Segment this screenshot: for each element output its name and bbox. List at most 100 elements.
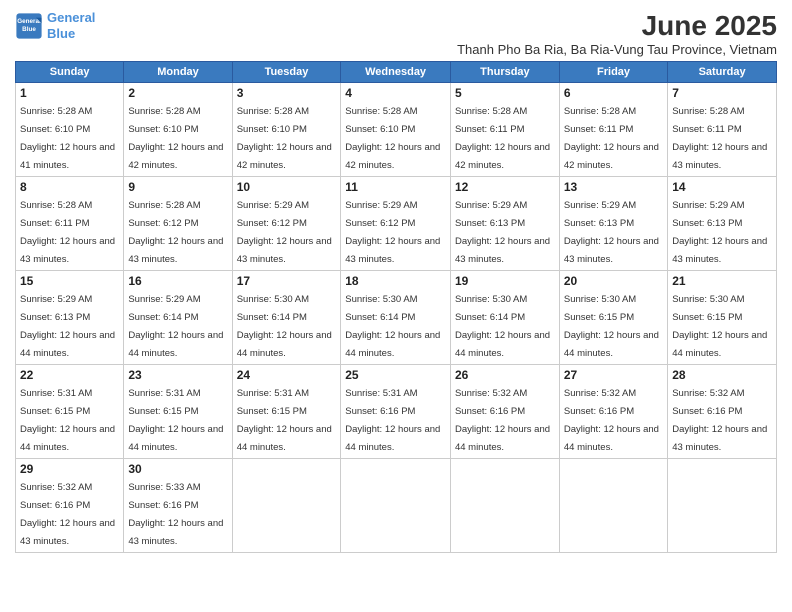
- table-row: 5 Sunrise: 5:28 AMSunset: 6:11 PMDayligh…: [450, 83, 559, 177]
- day-info: Sunrise: 5:29 AMSunset: 6:13 PMDaylight:…: [20, 294, 115, 359]
- day-number: 30: [128, 462, 227, 476]
- day-number: 23: [128, 368, 227, 382]
- day-info: Sunrise: 5:32 AMSunset: 6:16 PMDaylight:…: [20, 482, 115, 547]
- table-row: 21 Sunrise: 5:30 AMSunset: 6:15 PMDaylig…: [668, 271, 777, 365]
- day-number: 7: [672, 86, 772, 100]
- calendar-table: Sunday Monday Tuesday Wednesday Thursday…: [15, 61, 777, 553]
- day-number: 18: [345, 274, 446, 288]
- svg-text:General: General: [17, 18, 41, 25]
- table-row: 1 Sunrise: 5:28 AMSunset: 6:10 PMDayligh…: [16, 83, 124, 177]
- day-info: Sunrise: 5:28 AMSunset: 6:10 PMDaylight:…: [345, 106, 440, 171]
- table-row: 17 Sunrise: 5:30 AMSunset: 6:14 PMDaylig…: [232, 271, 341, 365]
- day-info: Sunrise: 5:30 AMSunset: 6:14 PMDaylight:…: [237, 294, 332, 359]
- day-info: Sunrise: 5:31 AMSunset: 6:16 PMDaylight:…: [345, 388, 440, 453]
- day-number: 8: [20, 180, 119, 194]
- day-number: 13: [564, 180, 663, 194]
- table-row: 14 Sunrise: 5:29 AMSunset: 6:13 PMDaylig…: [668, 177, 777, 271]
- table-row: 2 Sunrise: 5:28 AMSunset: 6:10 PMDayligh…: [124, 83, 232, 177]
- col-friday: Friday: [559, 62, 667, 83]
- table-row: 4 Sunrise: 5:28 AMSunset: 6:10 PMDayligh…: [341, 83, 451, 177]
- day-number: 21: [672, 274, 772, 288]
- day-info: Sunrise: 5:29 AMSunset: 6:12 PMDaylight:…: [345, 200, 440, 265]
- title-block: June 2025 Thanh Pho Ba Ria, Ba Ria-Vung …: [457, 10, 777, 57]
- day-info: Sunrise: 5:30 AMSunset: 6:15 PMDaylight:…: [672, 294, 767, 359]
- table-row: 28 Sunrise: 5:32 AMSunset: 6:16 PMDaylig…: [668, 365, 777, 459]
- day-number: 16: [128, 274, 227, 288]
- svg-text:Blue: Blue: [22, 25, 36, 32]
- table-row: 3 Sunrise: 5:28 AMSunset: 6:10 PMDayligh…: [232, 83, 341, 177]
- table-row: 30 Sunrise: 5:33 AMSunset: 6:16 PMDaylig…: [124, 459, 232, 553]
- col-monday: Monday: [124, 62, 232, 83]
- table-row: [668, 459, 777, 553]
- table-row: 7 Sunrise: 5:28 AMSunset: 6:11 PMDayligh…: [668, 83, 777, 177]
- day-info: Sunrise: 5:28 AMSunset: 6:10 PMDaylight:…: [128, 106, 223, 171]
- day-info: Sunrise: 5:29 AMSunset: 6:12 PMDaylight:…: [237, 200, 332, 265]
- table-row: [559, 459, 667, 553]
- day-number: 20: [564, 274, 663, 288]
- day-number: 24: [237, 368, 337, 382]
- day-info: Sunrise: 5:32 AMSunset: 6:16 PMDaylight:…: [564, 388, 659, 453]
- calendar-week-row: 29 Sunrise: 5:32 AMSunset: 6:16 PMDaylig…: [16, 459, 777, 553]
- day-number: 11: [345, 180, 446, 194]
- col-sunday: Sunday: [16, 62, 124, 83]
- day-info: Sunrise: 5:31 AMSunset: 6:15 PMDaylight:…: [128, 388, 223, 453]
- day-number: 26: [455, 368, 555, 382]
- calendar-week-row: 22 Sunrise: 5:31 AMSunset: 6:15 PMDaylig…: [16, 365, 777, 459]
- logo-text: General Blue: [47, 10, 95, 41]
- calendar-header-row: Sunday Monday Tuesday Wednesday Thursday…: [16, 62, 777, 83]
- header: General Blue General Blue June 2025 Than…: [15, 10, 777, 57]
- table-row: 26 Sunrise: 5:32 AMSunset: 6:16 PMDaylig…: [450, 365, 559, 459]
- table-row: 15 Sunrise: 5:29 AMSunset: 6:13 PMDaylig…: [16, 271, 124, 365]
- day-number: 4: [345, 86, 446, 100]
- day-number: 6: [564, 86, 663, 100]
- calendar-week-row: 15 Sunrise: 5:29 AMSunset: 6:13 PMDaylig…: [16, 271, 777, 365]
- table-row: 18 Sunrise: 5:30 AMSunset: 6:14 PMDaylig…: [341, 271, 451, 365]
- day-number: 17: [237, 274, 337, 288]
- table-row: [450, 459, 559, 553]
- table-row: 8 Sunrise: 5:28 AMSunset: 6:11 PMDayligh…: [16, 177, 124, 271]
- day-info: Sunrise: 5:28 AMSunset: 6:12 PMDaylight:…: [128, 200, 223, 265]
- logo-line1: General: [47, 10, 95, 25]
- table-row: 13 Sunrise: 5:29 AMSunset: 6:13 PMDaylig…: [559, 177, 667, 271]
- table-row: 27 Sunrise: 5:32 AMSunset: 6:16 PMDaylig…: [559, 365, 667, 459]
- day-info: Sunrise: 5:29 AMSunset: 6:13 PMDaylight:…: [564, 200, 659, 265]
- table-row: 23 Sunrise: 5:31 AMSunset: 6:15 PMDaylig…: [124, 365, 232, 459]
- day-info: Sunrise: 5:29 AMSunset: 6:13 PMDaylight:…: [672, 200, 767, 265]
- table-row: 29 Sunrise: 5:32 AMSunset: 6:16 PMDaylig…: [16, 459, 124, 553]
- day-number: 5: [455, 86, 555, 100]
- day-number: 14: [672, 180, 772, 194]
- table-row: 6 Sunrise: 5:28 AMSunset: 6:11 PMDayligh…: [559, 83, 667, 177]
- calendar-week-row: 8 Sunrise: 5:28 AMSunset: 6:11 PMDayligh…: [16, 177, 777, 271]
- day-info: Sunrise: 5:32 AMSunset: 6:16 PMDaylight:…: [672, 388, 767, 453]
- day-info: Sunrise: 5:28 AMSunset: 6:11 PMDaylight:…: [20, 200, 115, 265]
- day-number: 3: [237, 86, 337, 100]
- day-info: Sunrise: 5:30 AMSunset: 6:14 PMDaylight:…: [345, 294, 440, 359]
- day-info: Sunrise: 5:28 AMSunset: 6:10 PMDaylight:…: [20, 106, 115, 171]
- logo: General Blue General Blue: [15, 10, 95, 41]
- day-number: 25: [345, 368, 446, 382]
- day-info: Sunrise: 5:31 AMSunset: 6:15 PMDaylight:…: [237, 388, 332, 453]
- day-number: 27: [564, 368, 663, 382]
- page: General Blue General Blue June 2025 Than…: [0, 0, 792, 612]
- day-info: Sunrise: 5:31 AMSunset: 6:15 PMDaylight:…: [20, 388, 115, 453]
- day-info: Sunrise: 5:28 AMSunset: 6:10 PMDaylight:…: [237, 106, 332, 171]
- table-row: 20 Sunrise: 5:30 AMSunset: 6:15 PMDaylig…: [559, 271, 667, 365]
- location-subtitle: Thanh Pho Ba Ria, Ba Ria-Vung Tau Provin…: [457, 42, 777, 57]
- day-info: Sunrise: 5:29 AMSunset: 6:13 PMDaylight:…: [455, 200, 550, 265]
- day-number: 9: [128, 180, 227, 194]
- day-info: Sunrise: 5:33 AMSunset: 6:16 PMDaylight:…: [128, 482, 223, 547]
- col-thursday: Thursday: [450, 62, 559, 83]
- col-wednesday: Wednesday: [341, 62, 451, 83]
- calendar-week-row: 1 Sunrise: 5:28 AMSunset: 6:10 PMDayligh…: [16, 83, 777, 177]
- day-info: Sunrise: 5:32 AMSunset: 6:16 PMDaylight:…: [455, 388, 550, 453]
- col-saturday: Saturday: [668, 62, 777, 83]
- day-number: 29: [20, 462, 119, 476]
- table-row: 10 Sunrise: 5:29 AMSunset: 6:12 PMDaylig…: [232, 177, 341, 271]
- day-number: 1: [20, 86, 119, 100]
- table-row: 24 Sunrise: 5:31 AMSunset: 6:15 PMDaylig…: [232, 365, 341, 459]
- day-info: Sunrise: 5:30 AMSunset: 6:14 PMDaylight:…: [455, 294, 550, 359]
- table-row: 11 Sunrise: 5:29 AMSunset: 6:12 PMDaylig…: [341, 177, 451, 271]
- day-info: Sunrise: 5:28 AMSunset: 6:11 PMDaylight:…: [455, 106, 550, 171]
- table-row: [341, 459, 451, 553]
- day-number: 12: [455, 180, 555, 194]
